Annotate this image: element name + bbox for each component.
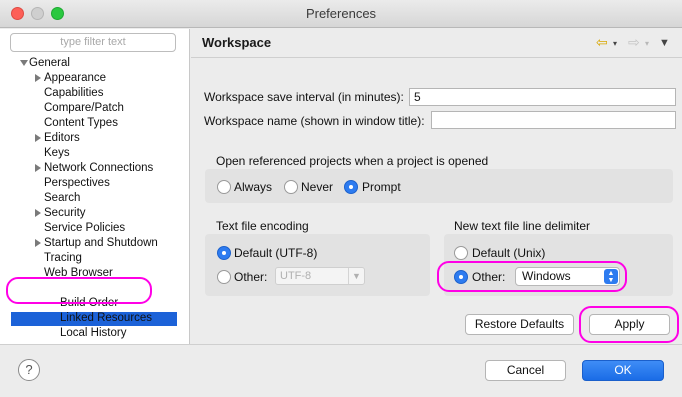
collapse-arrow-icon[interactable] xyxy=(35,74,41,82)
expand-arrow-icon[interactable] xyxy=(20,60,28,66)
view-menu-icon[interactable]: ▼ xyxy=(659,37,670,49)
stepper-arrows-icon: ▲ ▼ xyxy=(604,269,618,284)
tree-item-local-history[interactable]: Local History xyxy=(60,326,126,341)
delimiter-select-value: Windows xyxy=(522,269,571,283)
expand-arrow-icon[interactable] xyxy=(35,285,43,291)
save-interval-label: Workspace save interval (in minutes): xyxy=(204,90,404,104)
never-label: Never xyxy=(301,180,334,194)
tree-item-workspace[interactable]: Workspace xyxy=(44,281,101,296)
tree-item-perspectives[interactable]: Perspectives xyxy=(44,176,110,191)
delimiter-select[interactable]: Windows ▲ ▼ xyxy=(515,267,620,286)
help-icon[interactable]: ? xyxy=(18,359,40,381)
encoding-default-label: Default (UTF-8) xyxy=(234,246,318,260)
encoding-other-label: Other: xyxy=(234,270,268,284)
page-header: Workspace ⇦ ▾ ⇨ ▾ ▼ xyxy=(191,29,682,58)
prompt-label: Prompt xyxy=(362,180,401,194)
open-projects-group: Always Never Prompt xyxy=(205,169,673,203)
tree-item-editors[interactable]: Editors xyxy=(44,131,80,146)
tree-item-startup-shutdown[interactable]: Startup and Shutdown xyxy=(44,236,158,251)
delimiter-default-radio[interactable] xyxy=(454,246,468,260)
tree-item-service-policies[interactable]: Service Policies xyxy=(44,221,125,236)
chevron-down-icon: ▼ xyxy=(348,268,364,284)
back-menu-icon[interactable]: ▾ xyxy=(613,39,617,48)
page-title: Workspace xyxy=(202,35,272,50)
encoding-other-radio[interactable] xyxy=(217,270,231,284)
tree-item-search[interactable]: Search xyxy=(44,191,80,206)
tree-item-content-types[interactable]: Content Types xyxy=(44,116,118,131)
save-interval-field[interactable]: 5 xyxy=(409,88,676,106)
cancel-button[interactable]: Cancel xyxy=(485,360,566,381)
filter-input[interactable]: type filter text xyxy=(10,33,176,52)
tree-item-linked-resources[interactable]: Linked Resources xyxy=(60,311,152,326)
line-delimiter-label: New text file line delimiter xyxy=(454,219,591,233)
tree-item-keys[interactable]: Keys xyxy=(44,146,70,161)
preference-page: Workspace ⇦ ▾ ⇨ ▾ ▼ Workspace save inter… xyxy=(191,29,682,344)
never-radio[interactable] xyxy=(284,180,298,194)
delimiter-other-radio[interactable] xyxy=(454,270,468,284)
ok-button[interactable]: OK xyxy=(582,360,664,381)
apply-button[interactable]: Apply xyxy=(589,314,670,335)
tree-item-capabilities[interactable]: Capabilities xyxy=(44,86,103,101)
encoding-select: UTF-8 ▼ xyxy=(275,267,365,285)
back-arrow-icon[interactable]: ⇦ xyxy=(596,34,608,51)
encoding-select-value: UTF-8 xyxy=(280,270,312,282)
prompt-radio[interactable] xyxy=(344,180,358,194)
window-title: Preferences xyxy=(305,6,377,21)
workspace-name-field[interactable] xyxy=(431,111,676,129)
restore-defaults-button[interactable]: Restore Defaults xyxy=(465,314,574,335)
open-projects-label: Open referenced projects when a project … xyxy=(216,154,489,168)
forward-menu-icon[interactable]: ▾ xyxy=(645,39,649,48)
tree-item-build-order[interactable]: Build Order xyxy=(60,296,118,311)
tree-item-web-browser[interactable]: Web Browser xyxy=(44,266,113,281)
always-radio[interactable] xyxy=(217,180,231,194)
workspace-name-label: Workspace name (shown in window title): xyxy=(204,114,425,128)
tree-item-appearance[interactable]: Appearance xyxy=(44,71,106,86)
collapse-arrow-icon[interactable] xyxy=(35,239,41,247)
encoding-default-radio[interactable] xyxy=(217,246,231,260)
collapse-arrow-icon[interactable] xyxy=(35,164,41,172)
line-delimiter-group: Default (Unix) Other: Windows ▲ ▼ xyxy=(444,234,673,296)
title-bar: Preferences xyxy=(0,0,682,28)
dialog-footer: ? Cancel OK xyxy=(0,344,682,397)
collapse-arrow-icon[interactable] xyxy=(35,209,41,217)
forward-arrow-icon[interactable]: ⇨ xyxy=(628,34,640,51)
delimiter-other-label: Other: xyxy=(472,270,506,284)
tree-item-tracing[interactable]: Tracing xyxy=(44,251,82,266)
always-label: Always xyxy=(234,180,273,194)
encoding-group: Default (UTF-8) Other: UTF-8 ▼ xyxy=(205,234,430,296)
preference-tree-panel: type filter text General Appearance Capa… xyxy=(0,29,190,344)
tree-item-network-connections[interactable]: Network Connections xyxy=(44,161,153,176)
delimiter-default-label: Default (Unix) xyxy=(472,246,546,260)
tree-item-compare-patch[interactable]: Compare/Patch xyxy=(44,101,124,116)
collapse-arrow-icon[interactable] xyxy=(35,134,41,142)
encoding-label: Text file encoding xyxy=(216,219,309,233)
tree-item-general[interactable]: General xyxy=(29,56,70,71)
tree-item-security[interactable]: Security xyxy=(44,206,86,221)
